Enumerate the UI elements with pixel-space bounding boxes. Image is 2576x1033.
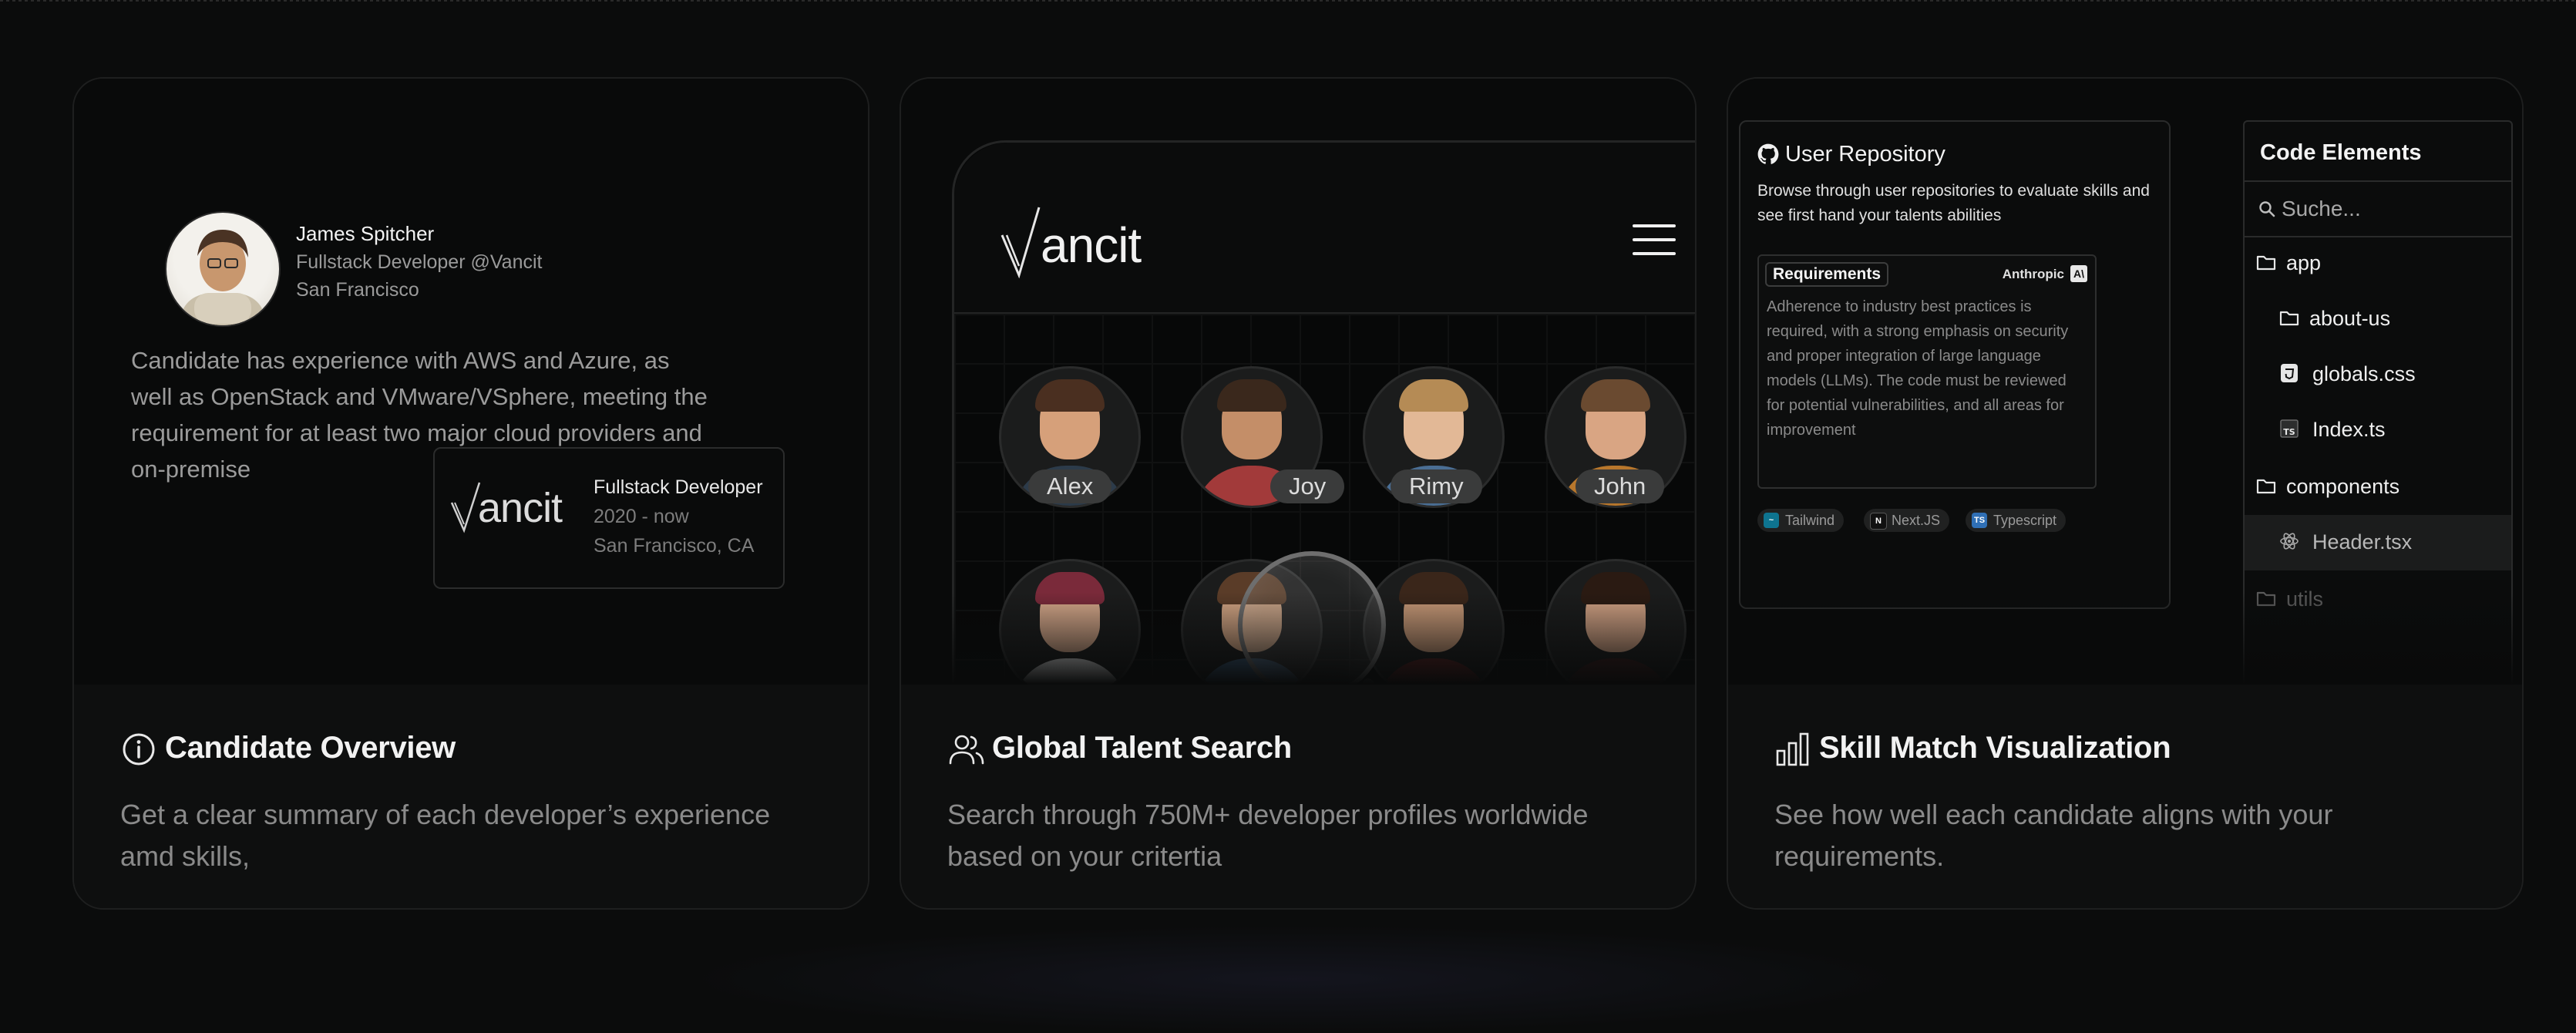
search-icon — [2259, 201, 2275, 217]
card-skill-match: User Repository Browse through user repo… — [1727, 77, 2524, 910]
tree-item-utils[interactable]: utils — [2245, 572, 2511, 628]
tag-typescript[interactable]: TS Typescript — [1966, 509, 2067, 532]
tag-nextjs[interactable]: N Next.JS — [1864, 509, 1950, 532]
user-repository-panel: User Repository Browse through user repo… — [1739, 120, 2171, 609]
repository-title: User Repository — [1785, 142, 1945, 167]
tree-item-app[interactable]: app — [2245, 236, 2511, 291]
candidate-overview-visual: James Spitcher Fullstack Developer @Vanc… — [74, 79, 868, 685]
job-years: 2020 - now — [594, 506, 689, 527]
tag-label: Tailwind — [1785, 513, 1835, 528]
profile-location: San Francisco — [296, 279, 419, 301]
card-description: See how well each candidate aligns with … — [1774, 799, 2333, 872]
card-description: Search through 750M+ developer profiles … — [947, 799, 1589, 872]
folder-icon — [2256, 255, 2276, 271]
tailwind-icon: ~ — [1764, 513, 1779, 528]
repository-description: Browse through user repositories to eval… — [1757, 182, 2150, 224]
tree-item-components[interactable]: components — [2245, 459, 2511, 515]
name-pill-john: John — [1576, 469, 1665, 503]
tree-item-index-ts[interactable]: TS Index.ts — [2245, 402, 2511, 458]
card-info: Global Talent Search Search through 750M… — [901, 685, 1695, 908]
tree-item-label: utils — [2286, 587, 2324, 611]
tree-item-globals-css[interactable]: globals.css — [2245, 347, 2511, 402]
job-title: Fullstack Developer — [594, 476, 763, 498]
anthropic-logo-icon: A\ — [2070, 265, 2087, 282]
skill-match-visual: User Repository Browse through user repo… — [1728, 79, 2522, 685]
tag-label: Next.JS — [1892, 513, 1941, 528]
tree-item-label: Index.ts — [2312, 418, 2386, 441]
tree-item-header-tsx[interactable]: Header.tsx — [2245, 515, 2511, 570]
anthropic-brand: Anthropic — [2002, 267, 2064, 281]
requirements-label: Requirements — [1765, 262, 1889, 287]
card-title: Global Talent Search — [992, 731, 1292, 765]
typescript-icon: TS — [1972, 513, 1987, 528]
search-bar — [2245, 180, 2511, 237]
card-info: Skill Match Visualization See how well e… — [1728, 685, 2522, 908]
requirements-text: Adherence to industry best practices is … — [1767, 298, 2069, 439]
react-icon — [2280, 533, 2299, 550]
css-file-icon — [2281, 364, 2298, 382]
tag-label: Typescript — [1993, 513, 2057, 528]
card-global-talent-search: ancit Alex Rimy John Joy Global Talent S… — [900, 77, 1697, 910]
tree-item-label: about-us — [2309, 307, 2391, 330]
users-icon — [949, 735, 984, 765]
talent-search-visual: ancit Alex Rimy John Joy — [901, 79, 1695, 685]
requirements-box: Requirements Anthropic A\ Adherence to i… — [1757, 254, 2097, 489]
ts-file-icon: TS — [2280, 419, 2299, 438]
job-location: San Francisco, CA — [594, 535, 755, 557]
bottom-glow — [678, 925, 1912, 1033]
profile-name: James Spitcher — [296, 222, 435, 245]
name-pill-joy: Joy — [1270, 469, 1345, 503]
avatar — [165, 211, 281, 327]
nextjs-icon: N — [1870, 513, 1887, 530]
card-description: Get a clear summary of each developer’s … — [120, 799, 771, 872]
tree-item-label: globals.css — [2312, 362, 2416, 385]
code-elements-title: Code Elements — [2260, 140, 2422, 165]
tree-item-label: components — [2286, 475, 2400, 498]
info-icon — [123, 733, 155, 765]
name-pill-alex: Alex — [1028, 469, 1112, 503]
app-logo-text: ancit — [1041, 217, 1142, 273]
search-input[interactable] — [2280, 193, 2499, 225]
card-info: Candidate Overview Get a clear summary o… — [74, 685, 868, 908]
phone-mockup: ancit Alex Rimy John Joy — [952, 140, 1695, 685]
profile-role: Fullstack Developer @Vancit — [296, 251, 543, 273]
tree-item-about-us[interactable]: about-us — [2245, 291, 2511, 347]
github-icon — [1757, 143, 1779, 164]
tree-item-label: app — [2286, 251, 2322, 274]
job-logo-text: ancit — [478, 485, 563, 531]
job-card[interactable]: ancit Fullstack Developer 2020 - now San… — [433, 447, 785, 589]
card-candidate-overview: James Spitcher Fullstack Developer @Vanc… — [72, 77, 869, 910]
card-title: Skill Match Visualization — [1819, 731, 2171, 765]
top-divider — [0, 0, 2576, 2]
name-pill-rimy: Rimy — [1391, 469, 1482, 503]
code-elements-panel: Code Elements app about-us — [2243, 120, 2513, 685]
app-header: ancit — [954, 143, 1695, 314]
tree-item-label: Header.tsx — [2312, 530, 2413, 554]
tag-tailwind[interactable]: ~ Tailwind — [1757, 509, 1845, 532]
svg-text:TS: TS — [2283, 427, 2295, 437]
bar-chart-icon — [1776, 732, 1809, 766]
hamburger-menu-icon[interactable] — [1633, 223, 1676, 257]
folder-icon — [2256, 591, 2276, 607]
folder-icon — [2279, 311, 2299, 326]
folder-icon — [2256, 479, 2276, 494]
card-title: Candidate Overview — [165, 731, 456, 765]
